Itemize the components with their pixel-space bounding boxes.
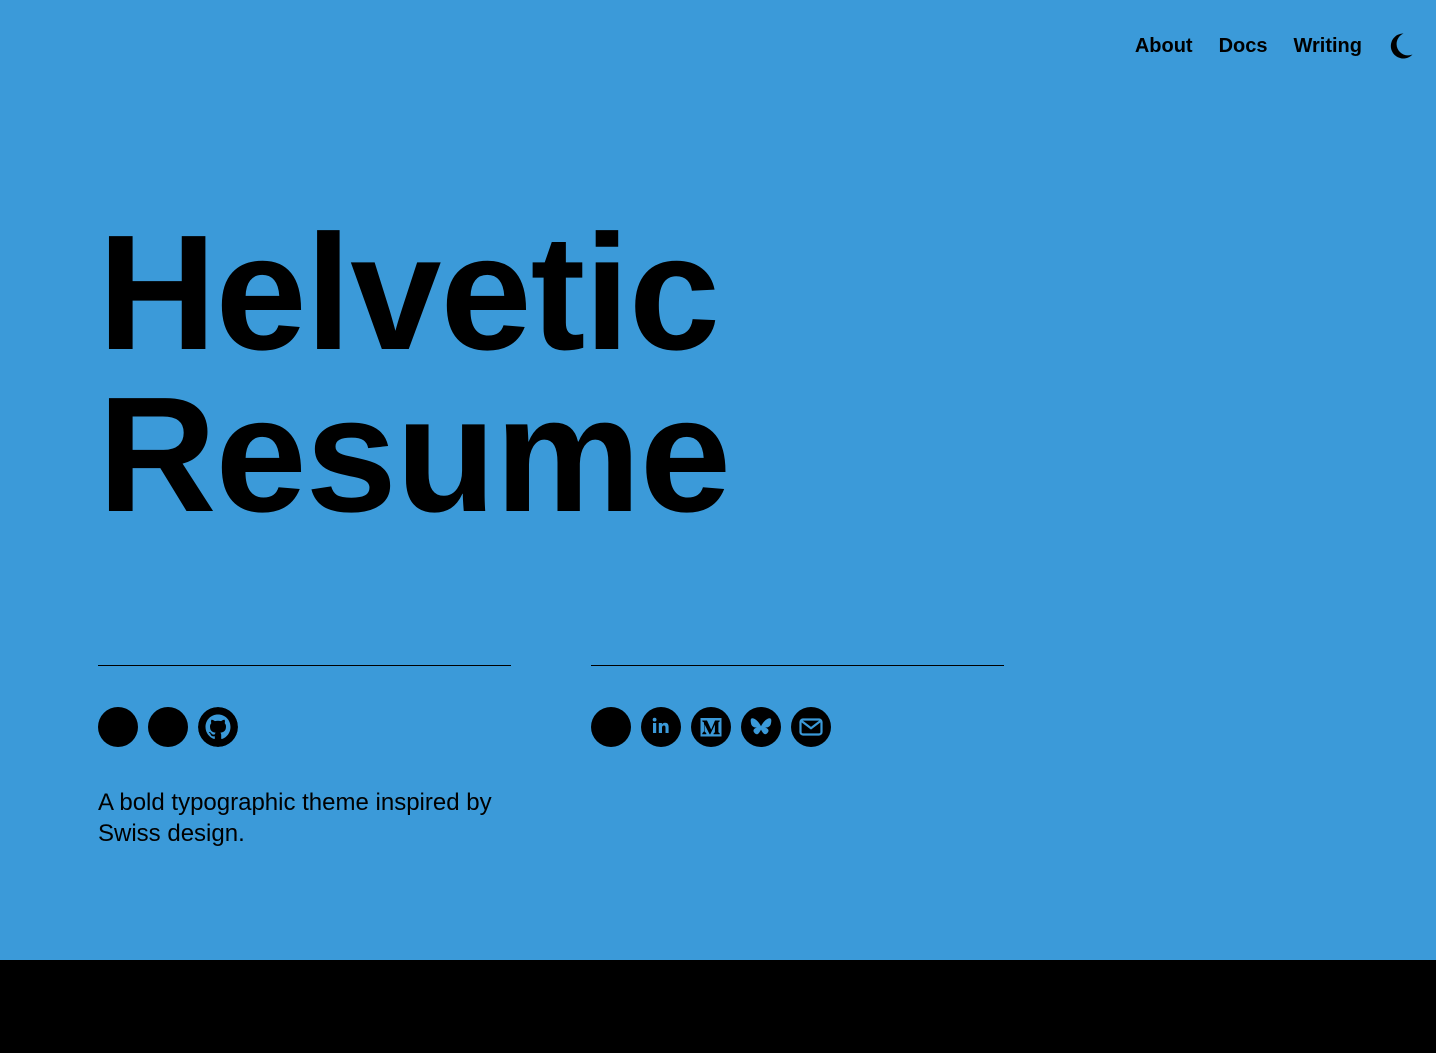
left-divider [98, 665, 511, 666]
right-divider [591, 665, 1004, 666]
footer-band [0, 960, 1436, 1053]
github-icon[interactable] [198, 707, 238, 747]
bluesky-icon[interactable] [741, 707, 781, 747]
linkedin-icon[interactable] [641, 707, 681, 747]
medium-icon[interactable] [691, 707, 731, 747]
hero-title-line-2: Resume [98, 363, 731, 546]
circle-icon[interactable] [591, 707, 631, 747]
circle-icon[interactable] [148, 707, 188, 747]
nav-link-about[interactable]: About [1135, 30, 1193, 62]
left-section: A bold typographic theme inspired by Swi… [98, 665, 511, 849]
moon-icon [1390, 33, 1413, 59]
hero-title-line-1: Helvetic [98, 201, 720, 384]
nav-link-docs[interactable]: Docs [1219, 30, 1268, 62]
mail-icon[interactable] [791, 707, 831, 747]
right-icon-row [591, 707, 1004, 747]
top-navigation: About Docs Writing [1109, 30, 1414, 62]
tagline: A bold typographic theme inspired by Swi… [98, 789, 492, 847]
theme-toggle-button[interactable] [1388, 32, 1414, 60]
right-section [591, 665, 1004, 747]
nav-link-writing[interactable]: Writing [1293, 30, 1362, 62]
hero-title: Helvetic Resume [98, 201, 731, 546]
circle-icon[interactable] [98, 707, 138, 747]
left-icon-row [98, 707, 511, 747]
